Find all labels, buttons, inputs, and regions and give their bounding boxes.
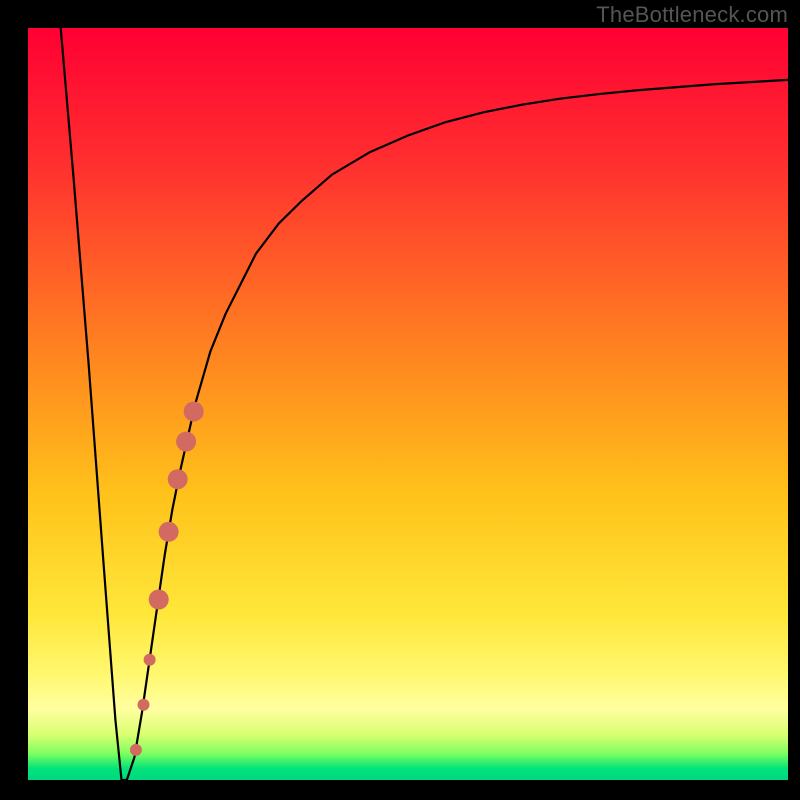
chart-frame: TheBottleneck.com: [0, 0, 800, 800]
highlight-bead: [168, 469, 188, 489]
highlight-bead: [144, 654, 156, 666]
plot-area: [28, 28, 788, 780]
highlight-bead: [184, 402, 204, 422]
highlight-bead: [176, 432, 196, 452]
highlight-bead: [149, 590, 169, 610]
bottleneck-chart: [0, 0, 800, 800]
highlight-bead: [159, 522, 179, 542]
highlight-bead: [138, 699, 150, 711]
highlight-bead: [130, 744, 142, 756]
